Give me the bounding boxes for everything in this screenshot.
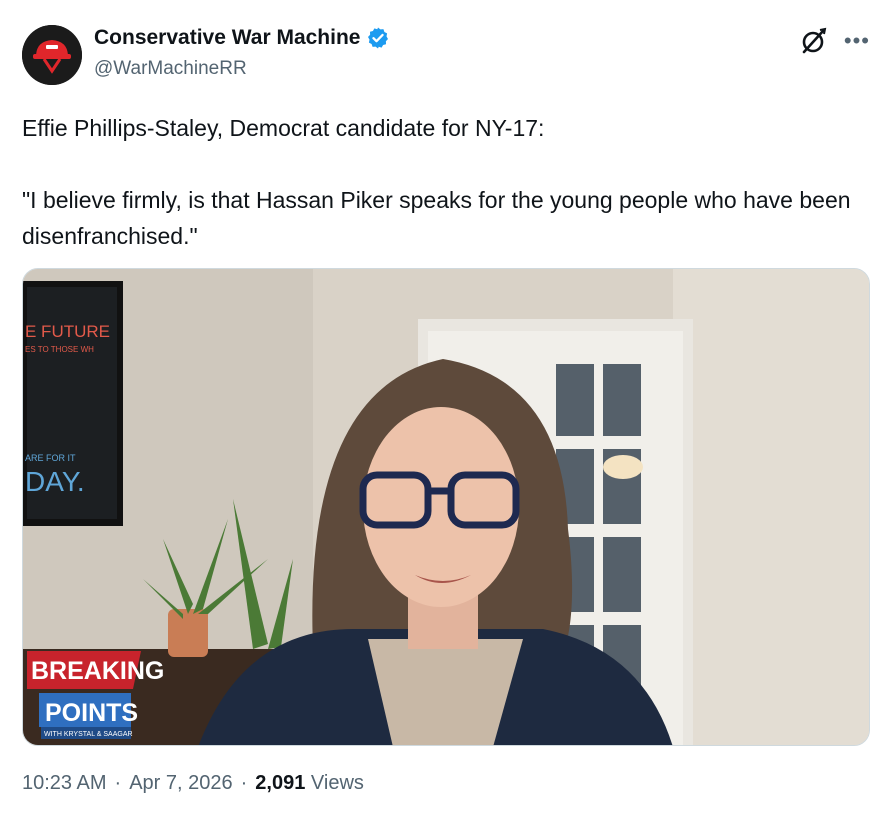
verified-badge-icon: [368, 27, 389, 49]
logo-breaking: BREAKING: [31, 657, 164, 685]
poster-text-sub: ES TO THOSE WH: [25, 345, 94, 354]
author-handle[interactable]: @WarMachineRR: [94, 58, 247, 80]
grok-icon[interactable]: [796, 24, 830, 58]
tweet-line-1: Effie Phillips-Staley, Democrat candidat…: [22, 115, 545, 141]
views-label: Views: [310, 772, 364, 794]
meta-separator: ·: [240, 772, 248, 794]
tweet-meta: 10:23 AM · Apr 7, 2026 · 2,091 Views: [22, 772, 364, 795]
meta-separator: ·: [114, 772, 122, 794]
author-row: Conservative War Machine: [94, 26, 390, 50]
tweet-actions-top: •••: [796, 24, 870, 58]
tweet-date[interactable]: Apr 7, 2026: [129, 772, 232, 795]
avatar[interactable]: [22, 25, 82, 85]
poster-text-mid: ARE FOR IT: [25, 453, 76, 463]
more-options-icon[interactable]: •••: [844, 30, 870, 52]
poster-text-top: E FUTURE: [25, 322, 110, 341]
tweet-time[interactable]: 10:23 AM: [22, 772, 107, 795]
author-name[interactable]: Conservative War Machine: [94, 26, 360, 50]
logo-points: POINTS: [45, 699, 138, 727]
poster-text-bottom: DAY.: [25, 466, 85, 497]
views[interactable]: 2,091 Views: [255, 772, 364, 795]
logo-sub: WITH KRYSTAL & SAAGAR: [44, 731, 133, 738]
tweet-text: Effie Phillips-Staley, Democrat candidat…: [22, 110, 872, 254]
helmet-icon: [22, 25, 82, 85]
tweet-line-2: "I believe firmly, is that Hassan Piker …: [22, 187, 851, 249]
tweet-video[interactable]: E FUTURE ES TO THOSE WH ARE FOR IT DAY.: [22, 268, 870, 746]
views-count: 2,091: [255, 772, 306, 794]
